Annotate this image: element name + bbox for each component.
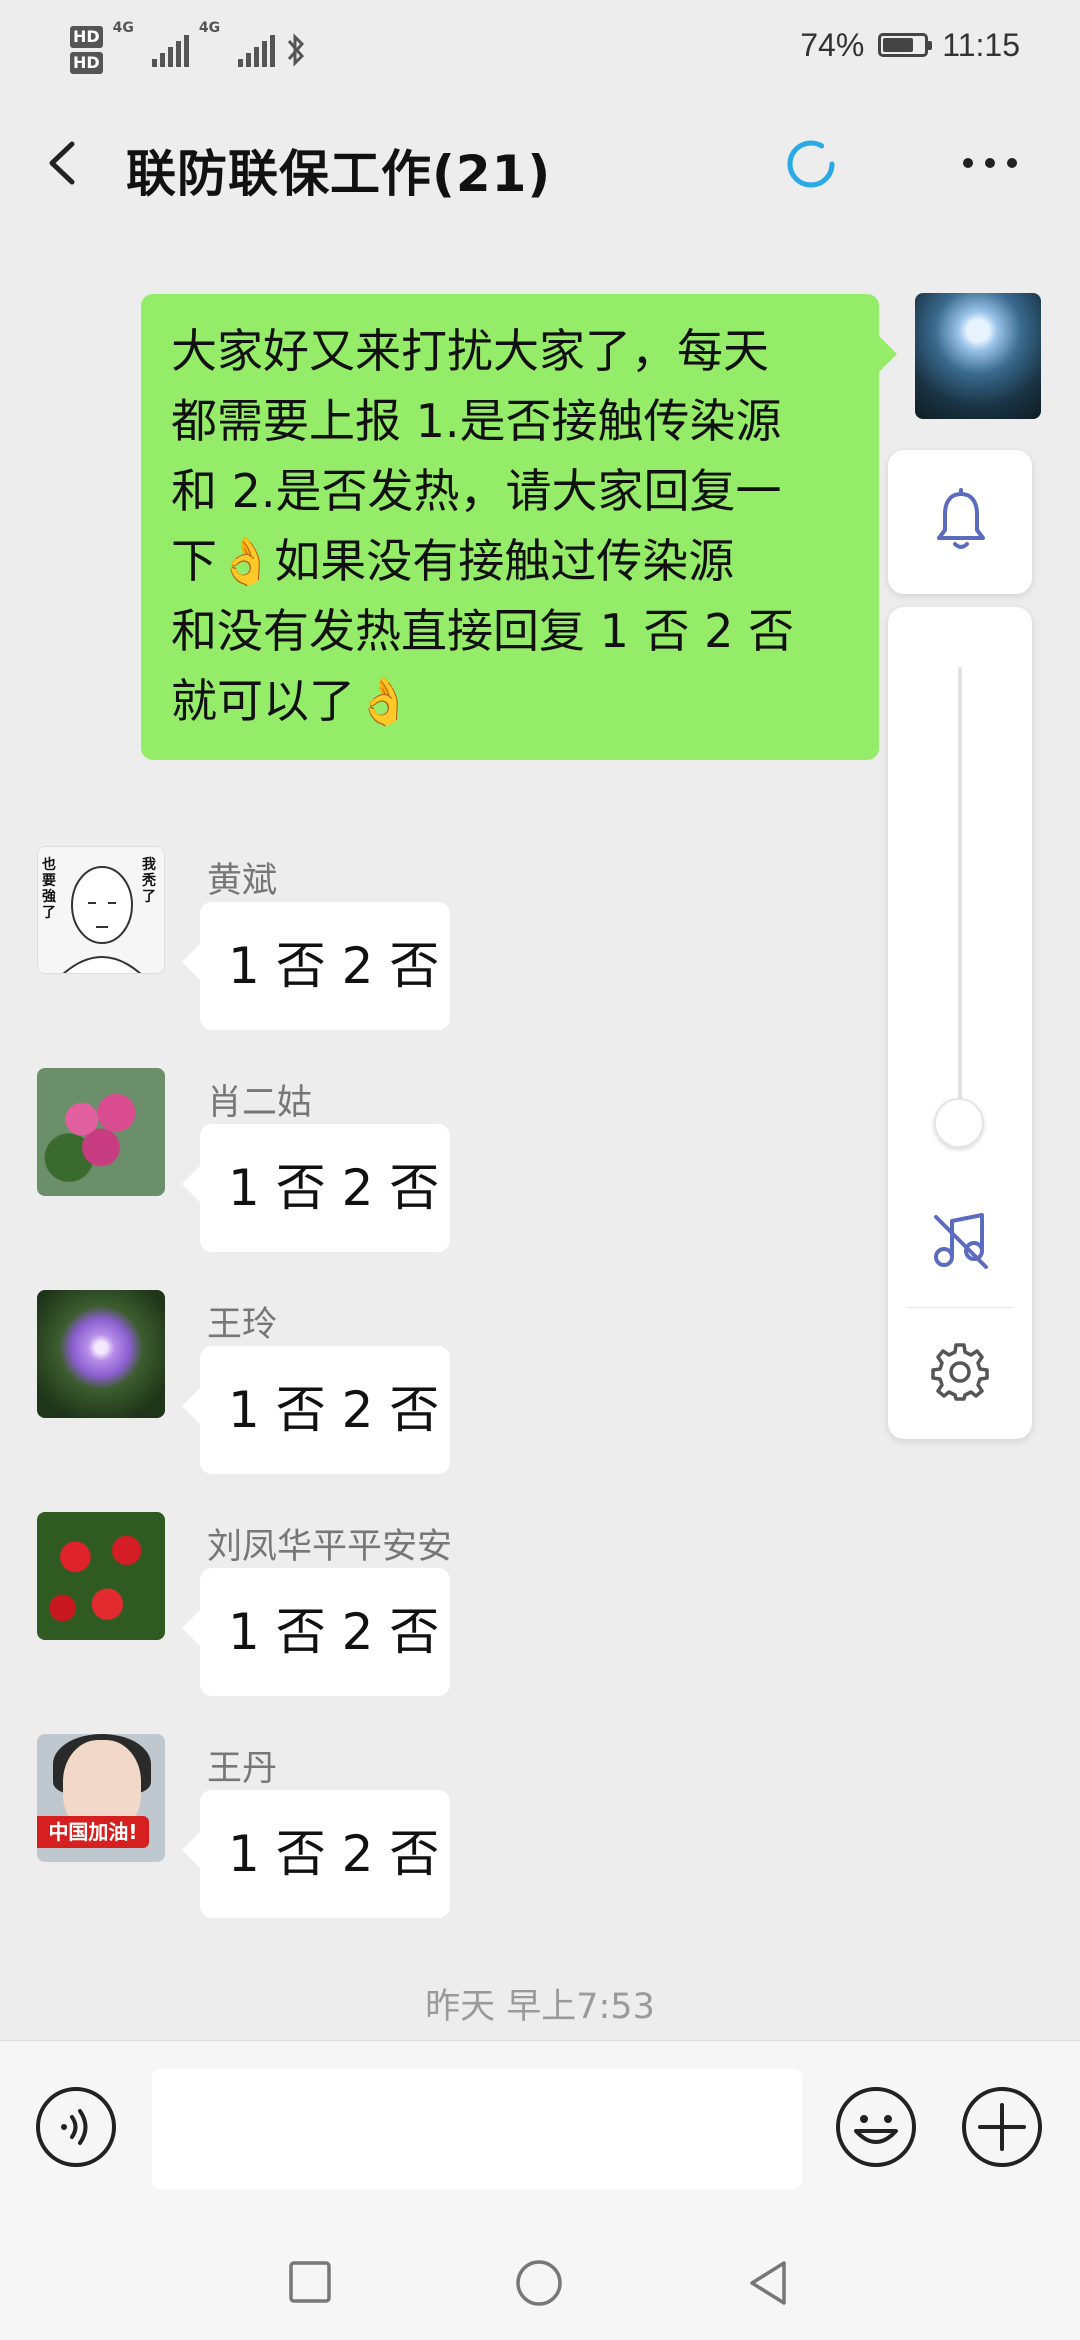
my-message-line: 下👌如果没有接触过传染源 xyxy=(171,534,735,588)
chat-header: 联防联保工作(21) xyxy=(0,110,1080,220)
status-left: HD HD 4G 4G xyxy=(70,20,307,80)
loading-spinner-icon xyxy=(787,140,835,188)
more-options-icon[interactable] xyxy=(955,138,1025,188)
sender-name: 王玲 xyxy=(207,1305,278,1345)
hd-indicator: HD HD xyxy=(70,24,103,76)
panel-divider xyxy=(908,1307,1012,1308)
volume-slider-thumb[interactable] xyxy=(934,1098,984,1148)
message-row: 中国加油! 王丹 1 否 2 否 xyxy=(0,1734,900,1934)
message-row: 也要強了 我秃了 黄斌 1 否 2 否 xyxy=(0,846,900,1046)
bell-icon xyxy=(937,488,985,549)
sender-name: 肖二姑 xyxy=(207,1083,313,1123)
message-bubble[interactable]: 1 否 2 否 xyxy=(182,1790,450,1918)
network1-label: 4G xyxy=(112,20,134,36)
network2-label: 4G xyxy=(198,20,221,36)
sender-name: 王丹 xyxy=(207,1749,278,1789)
home-icon[interactable] xyxy=(514,2258,564,2308)
music-off-icon[interactable] xyxy=(930,1207,990,1271)
system-nav-bar xyxy=(0,2240,1080,2340)
message-row: 肖二姑 1 否 2 否 xyxy=(0,1068,900,1268)
my-message-line: 就可以了👌 xyxy=(171,674,413,728)
gear-icon[interactable] xyxy=(930,1341,990,1401)
my-message-line: 和 2.是否发热，请大家回复一 xyxy=(171,464,782,518)
message-bubble[interactable]: 1 否 2 否 xyxy=(182,902,450,1030)
recent-apps-icon[interactable] xyxy=(288,2260,332,2304)
my-message-line: 和没有发热直接回复 1 否 2 否 xyxy=(171,604,795,658)
voice-input-icon[interactable] xyxy=(34,2085,118,2169)
message-row: 王玲 1 否 2 否 xyxy=(0,1290,900,1490)
status-right: 74% 11:15 xyxy=(800,20,1020,70)
signal2-icon xyxy=(238,33,276,67)
notification-toggle[interactable] xyxy=(888,450,1032,594)
message-bubble[interactable]: 1 否 2 否 xyxy=(182,1346,450,1474)
avatar[interactable] xyxy=(37,1068,165,1196)
avatar[interactable] xyxy=(37,1512,165,1640)
message-row: 刘凤华平平安安 1 否 2 否 xyxy=(0,1512,900,1712)
battery-percent: 74% xyxy=(800,26,865,63)
clock: 11:15 xyxy=(942,26,1020,63)
my-message-line: 大家好又来打扰大家了，每天 xyxy=(171,324,769,378)
sender-name: 黄斌 xyxy=(207,861,278,901)
avatar[interactable]: 中国加油! xyxy=(37,1734,165,1862)
sender-name: 刘凤华平平安安 xyxy=(207,1527,453,1567)
message-input[interactable] xyxy=(152,2069,802,2189)
avatar[interactable] xyxy=(37,1290,165,1418)
chat-title: 联防联保工作(21) xyxy=(126,145,552,203)
battery-icon xyxy=(878,33,933,57)
back-arrow-icon[interactable] xyxy=(40,138,90,188)
avatar[interactable]: 也要強了 我秃了 xyxy=(37,846,165,974)
my-message-bubble[interactable]: 大家好又来打扰大家了，每天 都需要上报 1.是否接触传染源 和 2.是否发热，请… xyxy=(141,294,897,760)
avatar-text-left: 也要強了 xyxy=(42,857,56,921)
plus-icon[interactable] xyxy=(960,2085,1044,2169)
hd1-label: HD xyxy=(70,26,103,48)
volume-panel xyxy=(888,607,1032,1439)
message-bubble[interactable]: 1 否 2 否 xyxy=(182,1568,450,1696)
message-timestamp: 昨天 早上7:53 xyxy=(425,1987,655,2027)
input-bar xyxy=(0,2040,1080,2241)
my-avatar[interactable] xyxy=(915,293,1041,419)
volume-slider-track[interactable] xyxy=(958,667,962,1147)
hd2-label: HD xyxy=(70,52,103,74)
nav-back-icon[interactable] xyxy=(746,2258,790,2308)
battery-fill xyxy=(883,38,914,52)
signal1-icon xyxy=(151,33,189,67)
status-bar: HD HD 4G 4G 74% 11:15 xyxy=(0,0,1080,100)
emoji-icon[interactable] xyxy=(834,2085,918,2169)
bluetooth-icon xyxy=(288,33,305,67)
avatar-text-right: 我秃了 xyxy=(142,857,156,905)
avatar-banner: 中国加油! xyxy=(37,1816,149,1848)
my-message-line: 都需要上报 1.是否接触传染源 xyxy=(171,394,782,448)
message-bubble[interactable]: 1 否 2 否 xyxy=(182,1124,450,1252)
